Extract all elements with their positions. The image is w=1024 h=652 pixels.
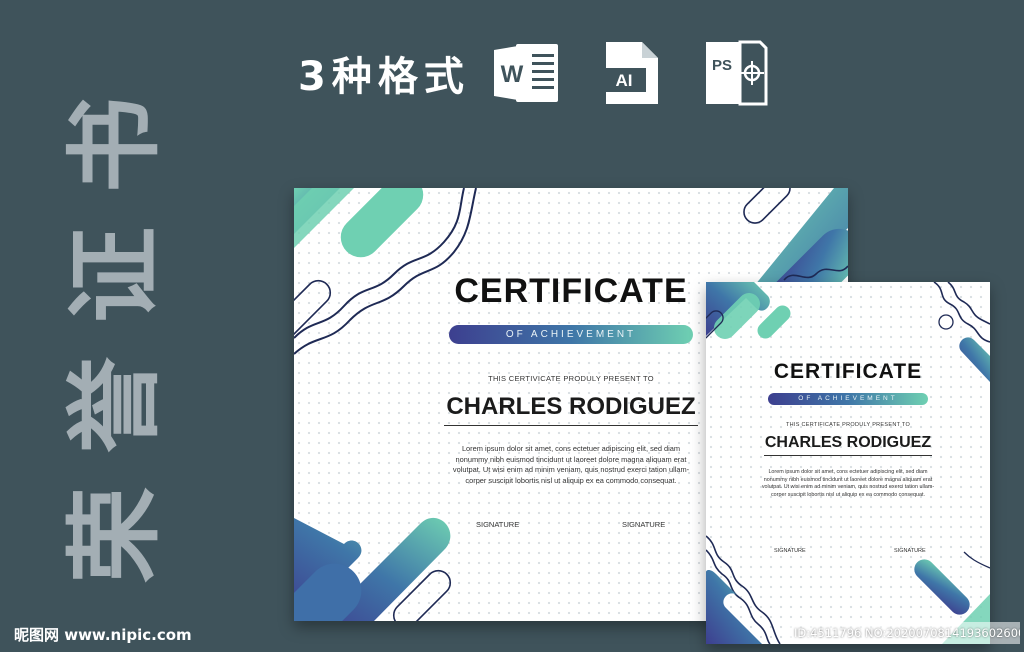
formats-label: 3种格式 — [298, 54, 470, 100]
formats-row: 3种格式 W AI PS — [298, 38, 804, 108]
side-title-char-4: 荣 — [59, 487, 171, 583]
certificate-portrait-body-text: Lorem ipsum dolor sit amet, cons ectetue… — [761, 469, 935, 498]
ps-file-icon: PS — [705, 40, 768, 106]
certificate-body-text: Lorem ipsum dolor sit amet, cons ectetue… — [452, 444, 690, 485]
side-title-char-3: 誉 — [59, 357, 171, 453]
signature-right: SIGNATURE — [622, 520, 666, 529]
signature-right-portrait: SIGNATURE — [894, 548, 926, 554]
ai-file-icon: AI — [601, 42, 658, 104]
signature-left: SIGNATURE — [476, 520, 520, 529]
site-watermark: 昵图网 www.nipic.com — [14, 626, 192, 644]
recipient-name: CHARLES RODIGUEZ — [444, 393, 698, 426]
ps-icon-letters: PS — [712, 57, 732, 74]
side-title: 书 证 誉 荣 — [59, 80, 171, 600]
signature-left-portrait: SIGNATURE — [774, 548, 806, 554]
ai-icon-letters: AI — [615, 71, 632, 90]
certificate-portrait-content: CERTIFICATE OF ACHIEVEMENT THIS CERTIFIC… — [706, 360, 990, 499]
word-doc-icon: W — [493, 44, 558, 102]
certificate-portrait-title: CERTIFICATE — [773, 360, 923, 383]
certificate-subtitle: OF ACHIEVEMENT — [449, 325, 693, 344]
certificate-portrait: CERTIFICATE OF ACHIEVEMENT THIS CERTIFIC… — [706, 282, 990, 644]
image-id-watermark: ID:4511796 NO:20200708141936026000 — [790, 622, 1020, 644]
certificate-portrait-present-line: THIS CERTIFICATE PRODULY PRESENT TO — [785, 422, 911, 428]
side-title-char-2: 证 — [59, 227, 171, 323]
recipient-name-portrait: CHARLES RODIGUEZ — [763, 434, 933, 456]
side-title-char-1: 书 — [59, 97, 171, 193]
word-icon-letter: W — [501, 61, 524, 88]
certificate-portrait-subtitle: OF ACHIEVEMENT — [768, 393, 928, 405]
